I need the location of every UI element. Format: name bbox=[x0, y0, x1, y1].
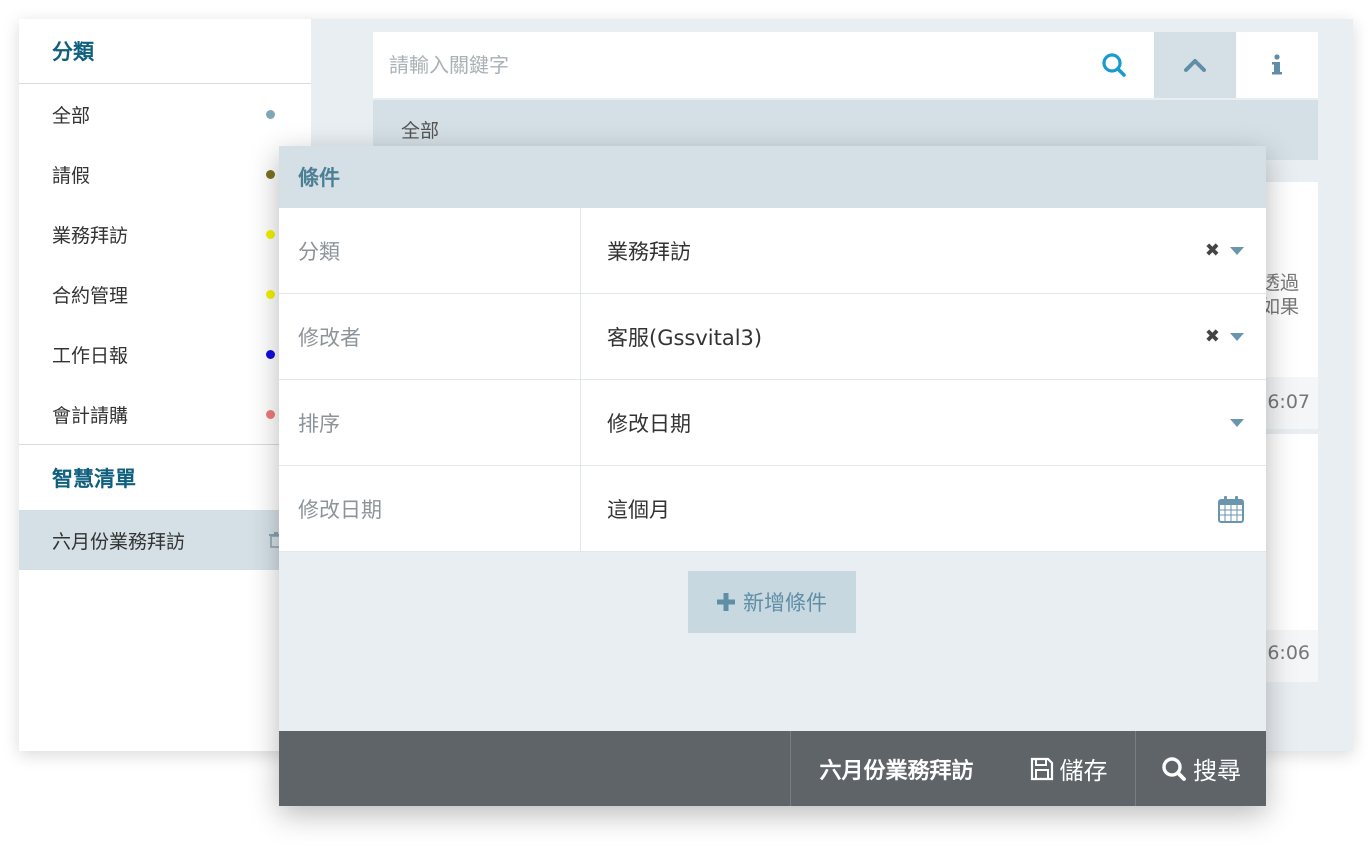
category-select[interactable]: 業務拜訪 ✖ bbox=[581, 208, 1266, 293]
chevron-up-icon bbox=[1184, 59, 1206, 72]
sidebar-item-contract[interactable]: 合約管理 bbox=[19, 264, 311, 324]
save-button[interactable]: 儲存 bbox=[1002, 731, 1136, 806]
search-icon bbox=[1162, 756, 1186, 781]
category-color-dot bbox=[266, 350, 275, 359]
category-header: 分類 bbox=[19, 19, 311, 84]
search-label: 搜尋 bbox=[1193, 757, 1241, 785]
save-label: 儲存 bbox=[1059, 757, 1108, 785]
search-submit-button[interactable]: 搜尋 bbox=[1136, 731, 1266, 806]
sidebar-item-label: 業務拜訪 bbox=[52, 224, 129, 247]
sidebar-item-label: 會計請購 bbox=[52, 404, 129, 427]
sidebar-item-label: 工作日報 bbox=[52, 344, 129, 367]
search-icon bbox=[1102, 53, 1126, 77]
condition-row-sort: 排序 修改日期 bbox=[279, 380, 1266, 466]
condition-row-modifier: 修改者 客服(Gssvital3) ✖ bbox=[279, 294, 1266, 380]
condition-label: 修改日期 bbox=[279, 466, 581, 551]
sidebar-item-business-visit[interactable]: 業務拜訪 bbox=[19, 204, 311, 264]
condition-value: 業務拜訪 bbox=[607, 239, 691, 264]
sidebar: 分類 全部 請假 業務拜訪 合約管理 工作日報 會計請購 智慧清單 六月份業務拜… bbox=[19, 19, 311, 751]
search-input[interactable] bbox=[373, 32, 1074, 98]
condition-row-modified-date: 修改日期 這個月 bbox=[279, 466, 1266, 552]
sidebar-item-daily-report[interactable]: 工作日報 bbox=[19, 324, 311, 384]
close-icon[interactable]: ✖ bbox=[1205, 326, 1220, 347]
close-icon[interactable]: ✖ bbox=[1205, 240, 1220, 261]
search-button[interactable] bbox=[1074, 32, 1154, 98]
info-button[interactable] bbox=[1236, 32, 1318, 98]
condition-value: 客服(Gssvital3) bbox=[607, 325, 763, 350]
smart-list-label: 六月份業務拜訪 bbox=[52, 530, 186, 553]
caret-down-icon[interactable] bbox=[1230, 332, 1244, 341]
condition-row-category: 分類 業務拜訪 ✖ bbox=[279, 208, 1266, 294]
collapse-button[interactable] bbox=[1154, 32, 1236, 98]
info-icon bbox=[1272, 54, 1282, 75]
smart-list-item[interactable]: 六月份業務拜訪 bbox=[19, 510, 311, 570]
category-list: 全部 請假 業務拜訪 合約管理 工作日報 會計請購 bbox=[19, 84, 311, 444]
calendar-icon[interactable] bbox=[1218, 495, 1244, 523]
list-tab-label: 全部 bbox=[401, 120, 440, 142]
condition-label: 分類 bbox=[279, 208, 581, 293]
card-text: 透過 如果 bbox=[1261, 272, 1300, 318]
dialog-title: 條件 bbox=[279, 146, 1266, 208]
category-color-dot bbox=[266, 170, 275, 179]
caret-down-icon[interactable] bbox=[1230, 246, 1244, 255]
dialog-footer: 六月份業務拜訪 儲存 搜尋 bbox=[279, 731, 1266, 806]
smart-list-header: 智慧清單 bbox=[19, 444, 311, 510]
sidebar-item-all[interactable]: 全部 bbox=[19, 84, 311, 144]
condition-label: 修改者 bbox=[279, 294, 581, 379]
search-bar bbox=[373, 32, 1318, 98]
sidebar-item-purchase[interactable]: 會計請購 bbox=[19, 384, 311, 444]
modifier-select[interactable]: 客服(Gssvital3) ✖ bbox=[581, 294, 1266, 379]
condition-value: 修改日期 bbox=[607, 411, 691, 436]
category-color-dot bbox=[266, 230, 275, 239]
condition-label: 排序 bbox=[279, 380, 581, 465]
sidebar-item-leave[interactable]: 請假 bbox=[19, 144, 311, 204]
sidebar-item-label: 合約管理 bbox=[52, 284, 129, 307]
sidebar-item-label: 全部 bbox=[52, 104, 91, 127]
date-range-select[interactable]: 這個月 bbox=[581, 466, 1266, 551]
plus-icon bbox=[717, 593, 735, 611]
sidebar-item-label: 請假 bbox=[52, 164, 91, 187]
sort-select[interactable]: 修改日期 bbox=[581, 380, 1266, 465]
condition-value: 這個月 bbox=[607, 497, 670, 522]
add-condition-label: 新增條件 bbox=[743, 591, 827, 615]
caret-down-icon[interactable] bbox=[1230, 418, 1244, 427]
conditions-dialog: 條件 分類 業務拜訪 ✖ 修改者 客服(Gssvital3) ✖ 排序 修改日期 bbox=[279, 146, 1266, 806]
category-color-dot bbox=[266, 410, 275, 419]
category-color-dot bbox=[266, 290, 275, 299]
dialog-pointer bbox=[1204, 134, 1228, 146]
save-icon bbox=[1030, 757, 1053, 780]
category-color-dot bbox=[266, 110, 275, 119]
smart-list-name: 六月份業務拜訪 bbox=[790, 731, 1002, 806]
add-condition-button[interactable]: 新增條件 bbox=[688, 571, 856, 633]
